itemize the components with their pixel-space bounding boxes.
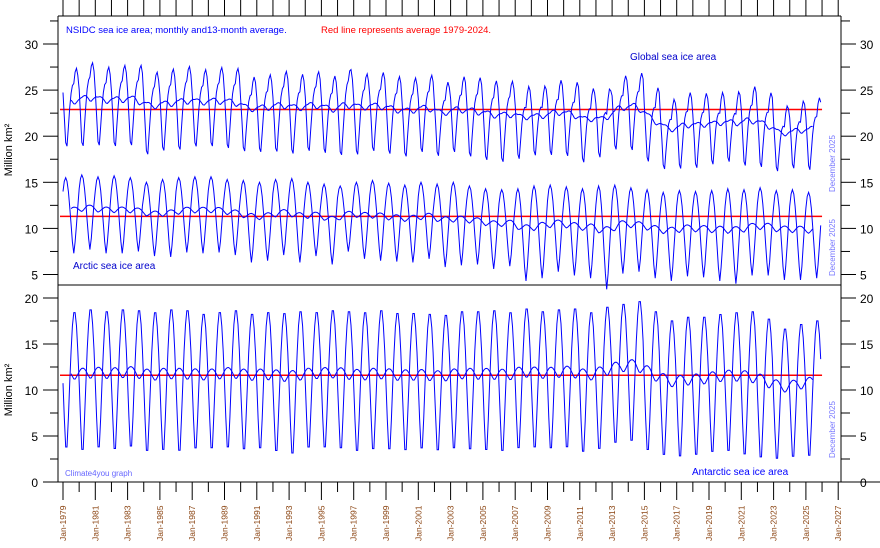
x-tick-label: Jan-2009 (543, 505, 553, 541)
x-tick-label: Jan-2011 (575, 506, 585, 541)
y-tick-label-right: 25 (860, 84, 874, 98)
y-tick-label-right: 20 (860, 130, 874, 144)
y-tick-label-right: 15 (860, 176, 874, 190)
arctic-series-label: Arctic sea ice area (73, 261, 156, 272)
y-tick-label-left: 5 (31, 269, 38, 283)
plot-area (60, 61, 823, 459)
x-tick-label: Jan-2027 (833, 505, 843, 541)
y-tick-label-right: 10 (860, 384, 874, 398)
y-tick-label-left: 20 (25, 292, 39, 306)
global-series-label: Global sea ice area (630, 52, 717, 63)
y-tick-label-right: 30 (860, 38, 874, 52)
chart-title: NSIDC sea ice area; monthly and13-month … (66, 25, 287, 36)
x-tick-label: Jan-2015 (639, 505, 649, 541)
y-tick-label-left: 0 (31, 476, 38, 490)
x-tick-label: Jan-1999 (381, 505, 391, 541)
chart-title-note: Red line represents average 1979-2024. (321, 25, 491, 36)
x-tick-label: Jan-1985 (155, 505, 165, 541)
x-tick-label: Jan-2021 (736, 505, 746, 541)
x-tick-label: Jan-2017 (672, 505, 682, 541)
credit-label: Climate4you graph (65, 469, 132, 478)
y-tick-label-right: 20 (860, 292, 874, 306)
x-tick-label: Jan-2023 (769, 505, 779, 541)
arctic-monthly-series (62, 173, 822, 290)
y-tick-label-right: 15 (860, 338, 874, 352)
y-tick-label-left: 15 (25, 176, 39, 190)
y-tick-label-left: 25 (25, 84, 39, 98)
x-tick-label: Jan-1989 (220, 505, 230, 541)
x-tick-label: Jan-1983 (123, 505, 133, 541)
x-tick-label: Jan-2001 (413, 505, 423, 541)
y-tick-label-right: 10 (860, 222, 874, 236)
global-monthly-series (62, 61, 822, 172)
x-tick-label: Jan-1981 (90, 505, 100, 541)
y-tick-label-left: 30 (25, 38, 39, 52)
antarctic-series-label: Antarctic sea ice area (692, 467, 789, 478)
ylabel-top: Million km² (3, 123, 15, 176)
x-tick-label: Jan-2007 (510, 505, 520, 541)
x-tick-label: Jan-1993 (284, 505, 294, 541)
y-tick-label-left: 10 (25, 222, 39, 236)
x-tick-label: Jan-1997 (349, 505, 359, 541)
x-tick-label: Jan-2005 (478, 505, 488, 541)
x-tick-label: Jan-1979 (58, 505, 68, 541)
y-tick-label-left: 15 (25, 338, 39, 352)
ylabel-bottom: Million km² (3, 363, 15, 416)
x-tick-label: Jan-2025 (801, 505, 811, 541)
x-tick-label: Jan-1987 (187, 505, 197, 541)
y-tick-label-right: 5 (860, 269, 867, 283)
y-tick-label-left: 20 (25, 130, 39, 144)
y-tick-label-right: 0 (860, 476, 867, 490)
y-tick-label-left: 5 (31, 430, 38, 444)
end-label-antarctic: December 2025 (828, 401, 837, 458)
end-label-global: December 2025 (828, 135, 837, 192)
x-tick-label: Jan-1995 (316, 505, 326, 541)
x-tick-label: Jan-2013 (607, 505, 617, 541)
x-tick-label: Jan-2003 (446, 505, 456, 541)
end-label-arctic: December 2025 (828, 219, 837, 276)
y-tick-label-left: 10 (25, 384, 39, 398)
sea-ice-chart: Jan-1979 Jan-1981 Jan-1983 Jan-1985 Jan-1987… (3, 0, 880, 541)
x-tick-label: Jan-1991 (252, 505, 262, 541)
x-tick-label: Jan-2019 (704, 505, 714, 541)
y-tick-label-right: 5 (860, 430, 867, 444)
